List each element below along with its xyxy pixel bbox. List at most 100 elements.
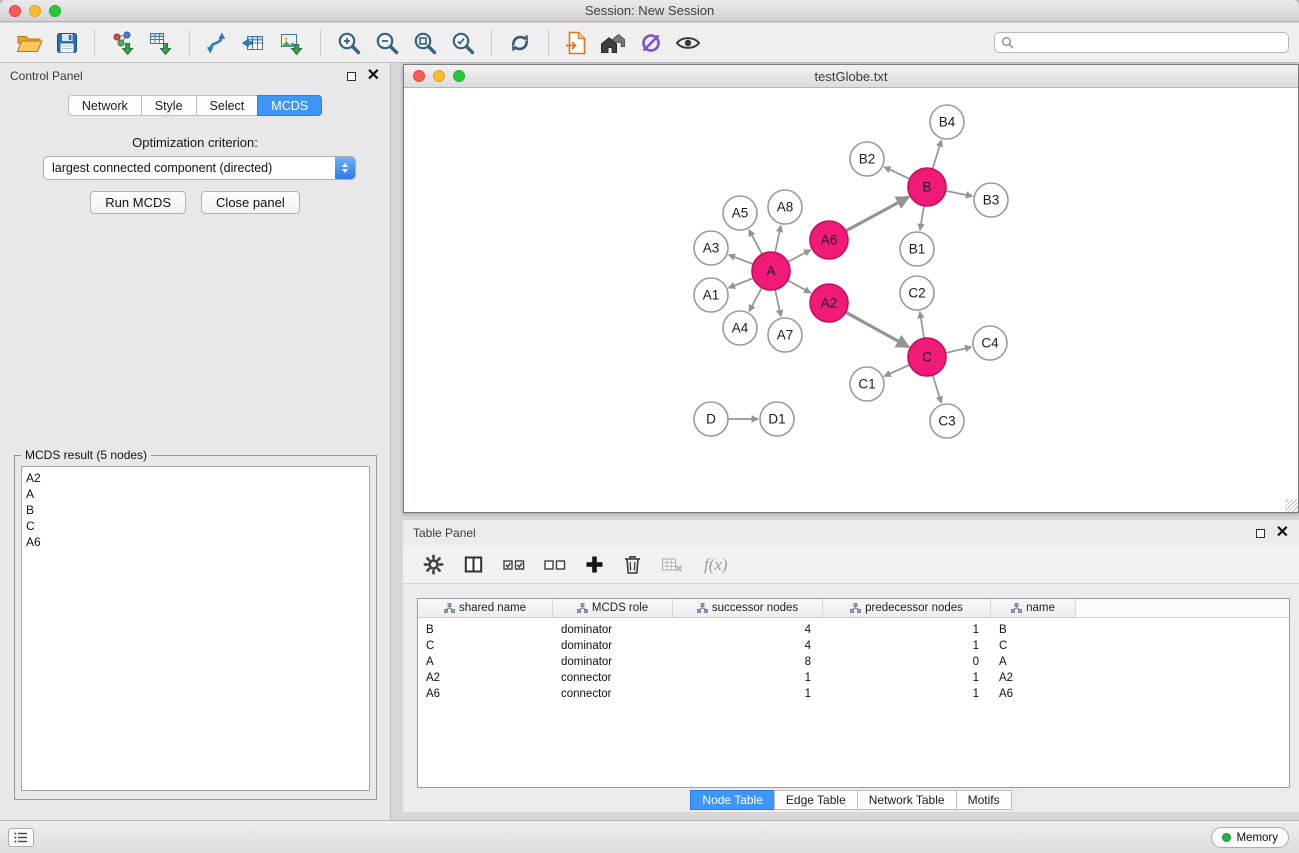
table-cell[interactable]: A2 [418,672,553,684]
graph-node-C3[interactable]: C3 [930,404,964,438]
graph-node-B1[interactable]: B1 [900,232,934,266]
criterion-dropdown[interactable]: largest connected component (directed) [43,156,356,180]
search-input[interactable] [1018,35,1282,51]
float-panel-icon[interactable] [347,72,356,81]
mcds-result-item[interactable]: A [26,486,369,502]
column-header-predecessor-nodes[interactable]: predecessor nodes [823,599,991,617]
function-builder-button[interactable]: f(x) [700,553,730,577]
graph-node-B[interactable]: B [908,168,946,206]
table-cell[interactable]: A6 [418,688,553,700]
column-header-name[interactable]: name [991,599,1076,617]
zoom-selected-button[interactable] [448,28,478,58]
tab-select[interactable]: Select [196,95,259,116]
table-cell[interactable]: connector [553,688,673,700]
graph-edge-B-B2[interactable] [884,167,910,179]
resize-handle[interactable] [1285,499,1298,512]
graph-node-A[interactable]: A [752,252,790,290]
table-cell[interactable]: 4 [673,640,823,652]
tab-style[interactable]: Style [141,95,197,116]
table-row[interactable]: Bdominator41B [418,622,1289,638]
mcds-result-item[interactable]: A6 [26,534,369,550]
fullscreen-window-button[interactable] [49,5,61,17]
table-row[interactable]: A2connector11A2 [418,670,1289,686]
zoom-in-button[interactable] [334,28,364,58]
maximize-network-window-button[interactable] [453,70,465,82]
zoom-fit-button[interactable] [410,28,440,58]
table-cell[interactable]: connector [553,672,673,684]
minimize-network-window-button[interactable] [433,70,445,82]
mcds-result-list[interactable]: A2ABCA6 [21,466,370,791]
table-cell[interactable]: 1 [823,624,991,636]
show-all-networks-button[interactable] [598,29,629,57]
open-session-button[interactable] [14,29,45,57]
clear-table-button[interactable] [659,554,685,576]
table-settings-button[interactable] [421,552,446,577]
table-cell[interactable]: 8 [673,656,823,668]
table-cell[interactable]: C [418,640,553,652]
graph-node-B2[interactable]: B2 [850,142,884,176]
graph-node-C4[interactable]: C4 [973,326,1007,360]
graph-edge-A-A7[interactable] [775,290,781,317]
graph-node-C2[interactable]: C2 [900,276,934,310]
table-cell[interactable]: A6 [991,688,1076,700]
tab-node-table[interactable]: Node Table [690,790,775,810]
table-cell[interactable]: 0 [823,656,991,668]
zoom-out-button[interactable] [372,28,402,58]
table-cell[interactable]: 1 [673,672,823,684]
table-cell[interactable]: 4 [673,624,823,636]
run-mcds-button[interactable]: Run MCDS [90,191,186,214]
graph-node-D[interactable]: D [694,402,728,436]
close-network-window-button[interactable] [413,70,425,82]
tab-edge-table[interactable]: Edge Table [774,790,858,810]
select-all-button[interactable] [501,555,527,575]
graph-node-A7[interactable]: A7 [768,318,802,352]
show-hide-button[interactable] [673,31,703,55]
column-header-successor-nodes[interactable]: successor nodes [673,599,823,617]
tab-motifs[interactable]: Motifs [956,790,1012,810]
table-cell[interactable]: 1 [823,688,991,700]
close-panel-x-icon[interactable]: ✕ [367,70,380,82]
table-cell[interactable]: 1 [823,672,991,684]
network-graph[interactable]: AA1A2A3A4A5A6A7A8BB1B2B3B4CC1C2C3C4DD1 [404,88,1298,512]
graph-edge-A6-B[interactable] [846,197,909,231]
refresh-view-button[interactable] [505,28,535,58]
memory-button[interactable]: Memory [1211,827,1289,848]
graph-node-B3[interactable]: B3 [974,183,1008,217]
show-panels-button[interactable] [8,828,34,847]
graph-node-D1[interactable]: D1 [760,402,794,436]
minimize-window-button[interactable] [29,5,41,17]
close-table-panel-x-icon[interactable]: ✕ [1276,527,1289,539]
table-cell[interactable]: B [991,624,1076,636]
add-column-button[interactable] [583,553,606,576]
graph-edge-B-B1[interactable] [920,206,924,230]
graph-edge-A-A1[interactable] [729,278,754,288]
table-cell[interactable]: A [418,656,553,668]
graph-edge-B-B3[interactable] [946,191,973,196]
open-network-file-button[interactable] [562,28,590,58]
graph-edge-A-A2[interactable] [788,280,811,293]
table-cell[interactable]: 1 [673,688,823,700]
export-image-button[interactable] [277,28,307,58]
graph-edge-C-C3[interactable] [933,375,942,403]
export-table-button[interactable] [239,28,269,58]
graph-edge-A-A5[interactable] [749,230,762,254]
network-window-titlebar[interactable]: testGlobe.txt [404,65,1298,88]
titlebar[interactable]: Session: New Session [0,0,1299,22]
delete-column-button[interactable] [621,552,644,577]
graph-node-B4[interactable]: B4 [930,105,964,139]
column-header-shared-name[interactable]: shared name [418,599,553,617]
save-session-button[interactable] [53,29,81,57]
graph-edge-B-B4[interactable] [933,140,942,169]
graph-edge-C-C4[interactable] [946,347,972,353]
graph-edge-A-A3[interactable] [729,255,754,264]
graph-node-A6[interactable]: A6 [810,221,848,259]
mcds-result-item[interactable]: B [26,502,369,518]
search-field[interactable] [994,32,1289,53]
column-header-MCDS-role[interactable]: MCDS role [553,599,673,617]
tab-network[interactable]: Network [68,95,142,116]
import-network-button[interactable] [108,28,138,58]
table-cell[interactable]: A2 [991,672,1076,684]
graph-edge-A-A8[interactable] [775,226,781,253]
graph-node-A4[interactable]: A4 [723,311,757,345]
import-table-button[interactable] [146,28,176,58]
